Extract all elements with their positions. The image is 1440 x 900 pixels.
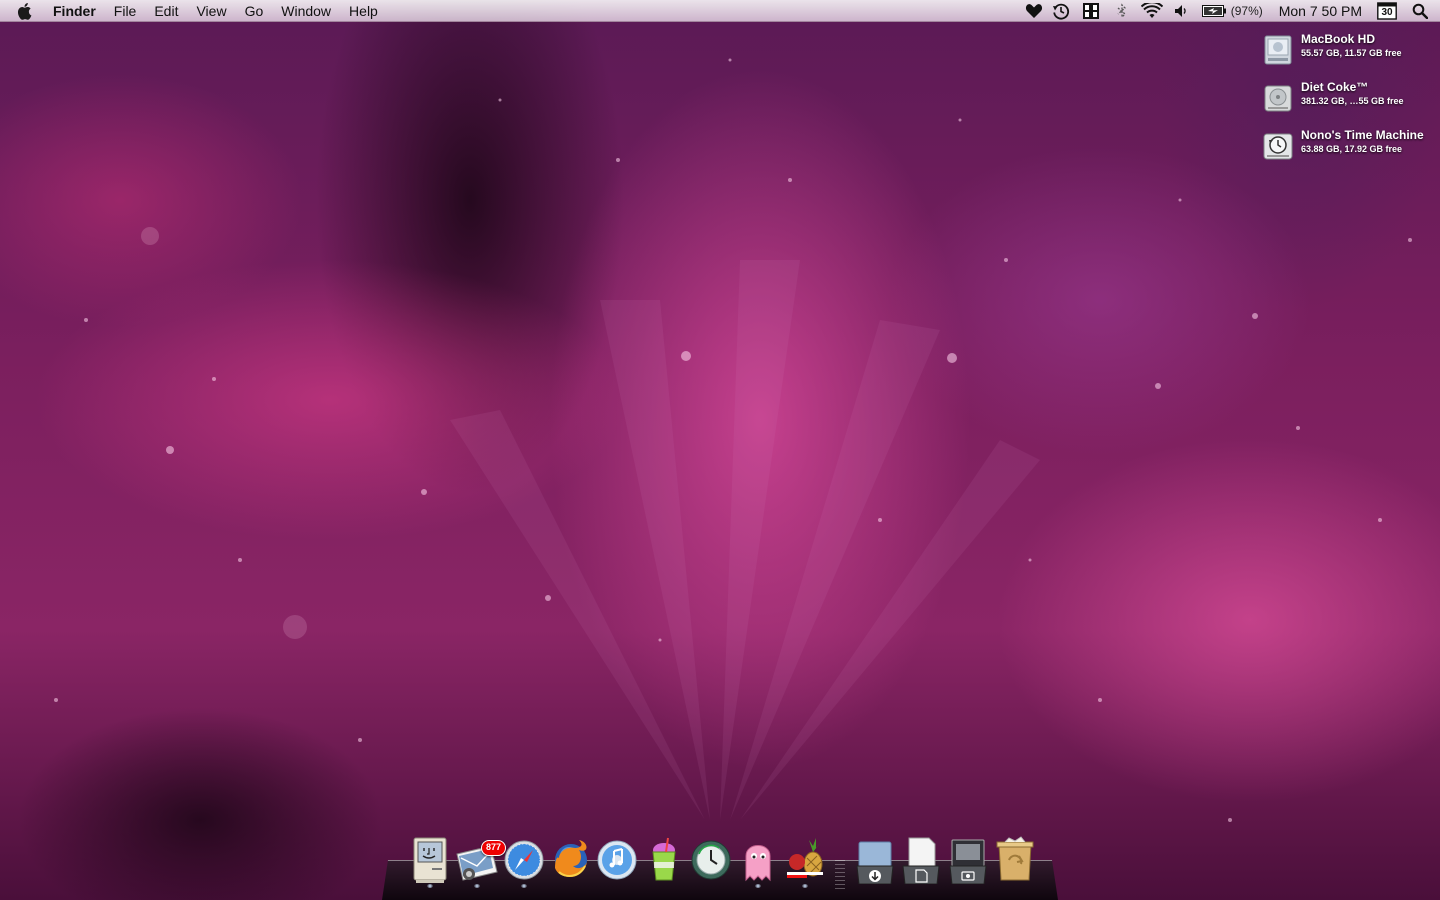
time-machine-drive-icon <box>1263 133 1293 160</box>
running-indicator <box>802 884 808 888</box>
volume-name: Nono's Time Machine <box>1301 128 1424 142</box>
trash-icon <box>996 836 1034 881</box>
battery-icon[interactable] <box>1201 0 1227 22</box>
dock: 877 <box>405 836 1045 892</box>
calendar-day: 30 <box>1381 7 1393 18</box>
desktop-volume-diet-coke[interactable]: Diet Coke™ 381.32 GB, …55 GB free <box>1262 80 1437 120</box>
running-indicator <box>755 884 761 888</box>
internal-drive-icon <box>1264 35 1292 65</box>
dock-item-trash[interactable] <box>993 836 1037 886</box>
dock-separator <box>835 860 845 890</box>
classic-mac-finder-icon <box>413 837 447 883</box>
bluetooth-icon[interactable] <box>1107 0 1137 22</box>
volume-info: 55.57 GB, 11.57 GB free <box>1301 48 1402 58</box>
dock-item-time-machine[interactable] <box>689 836 733 886</box>
calendar-icon[interactable]: 30 <box>1374 0 1400 22</box>
dock-stack-screenshots[interactable] <box>946 836 990 886</box>
desktop-wallpaper <box>0 0 1440 900</box>
running-indicator <box>427 884 433 888</box>
dock-item-desktop-pet[interactable] <box>783 836 827 888</box>
spotlight-search-icon[interactable] <box>1400 0 1440 22</box>
dock-item-finder[interactable] <box>408 836 452 888</box>
dock-item-ghost[interactable] <box>736 836 780 888</box>
menu-edit[interactable]: Edit <box>145 0 187 22</box>
menu-app-finder[interactable]: Finder <box>49 0 105 22</box>
dock-item-mail[interactable]: 877 <box>455 836 507 888</box>
dock-item-safari[interactable] <box>502 836 546 888</box>
volume-icon[interactable] <box>1167 0 1195 22</box>
dock-item-itunes[interactable] <box>595 836 639 886</box>
dock-stack-documents[interactable] <box>899 836 943 886</box>
pink-ghost-icon <box>745 845 771 882</box>
apple-logo-icon[interactable] <box>17 0 37 22</box>
dock-item-slurpee[interactable] <box>642 836 686 886</box>
time-machine-icon <box>691 840 731 880</box>
desktop-volume-macbook-hd[interactable]: MacBook HD 55.57 GB, 11.57 GB free <box>1262 32 1437 72</box>
menu-help[interactable]: Help <box>340 0 387 22</box>
itunes-icon <box>597 840 637 880</box>
running-indicator <box>474 884 480 888</box>
time-machine-icon[interactable] <box>1047 0 1075 22</box>
firefox-icon <box>555 840 587 878</box>
slurpee-cup-icon <box>652 837 676 881</box>
safari-compass-icon <box>504 840 544 880</box>
spaces-icon[interactable] <box>1075 0 1107 22</box>
screenshots-stack-icon <box>949 839 987 884</box>
heart-icon[interactable] <box>1021 0 1047 22</box>
menu-clock[interactable]: Mon 7 50 PM <box>1279 0 1362 22</box>
external-drive-icon <box>1264 85 1292 112</box>
menu-file[interactable]: File <box>105 0 146 22</box>
documents-stack-icon <box>902 837 940 884</box>
wifi-icon[interactable] <box>1137 0 1167 22</box>
menu-window[interactable]: Window <box>272 0 340 22</box>
menu-bar: Finder File Edit View Go Window Help (97… <box>0 0 1440 22</box>
downloads-stack-icon <box>856 841 894 884</box>
pineapple-icon <box>787 838 823 878</box>
volume-name: Diet Coke™ <box>1301 80 1369 94</box>
dock-stack-downloads[interactable] <box>853 836 897 886</box>
volume-info: 63.88 GB, 17.92 GB free <box>1301 144 1403 154</box>
dock-item-firefox[interactable] <box>549 836 593 886</box>
volume-name: MacBook HD <box>1301 32 1376 46</box>
menu-view[interactable]: View <box>187 0 235 22</box>
desktop-volume-time-machine[interactable]: Nono's Time Machine 63.88 GB, 17.92 GB f… <box>1262 128 1437 168</box>
battery-percent[interactable]: (97%) <box>1231 0 1263 22</box>
wallpaper-stars <box>54 58 1412 822</box>
menu-go[interactable]: Go <box>236 0 273 22</box>
volume-info: 381.32 GB, …55 GB free <box>1301 96 1404 106</box>
running-indicator <box>521 884 527 888</box>
